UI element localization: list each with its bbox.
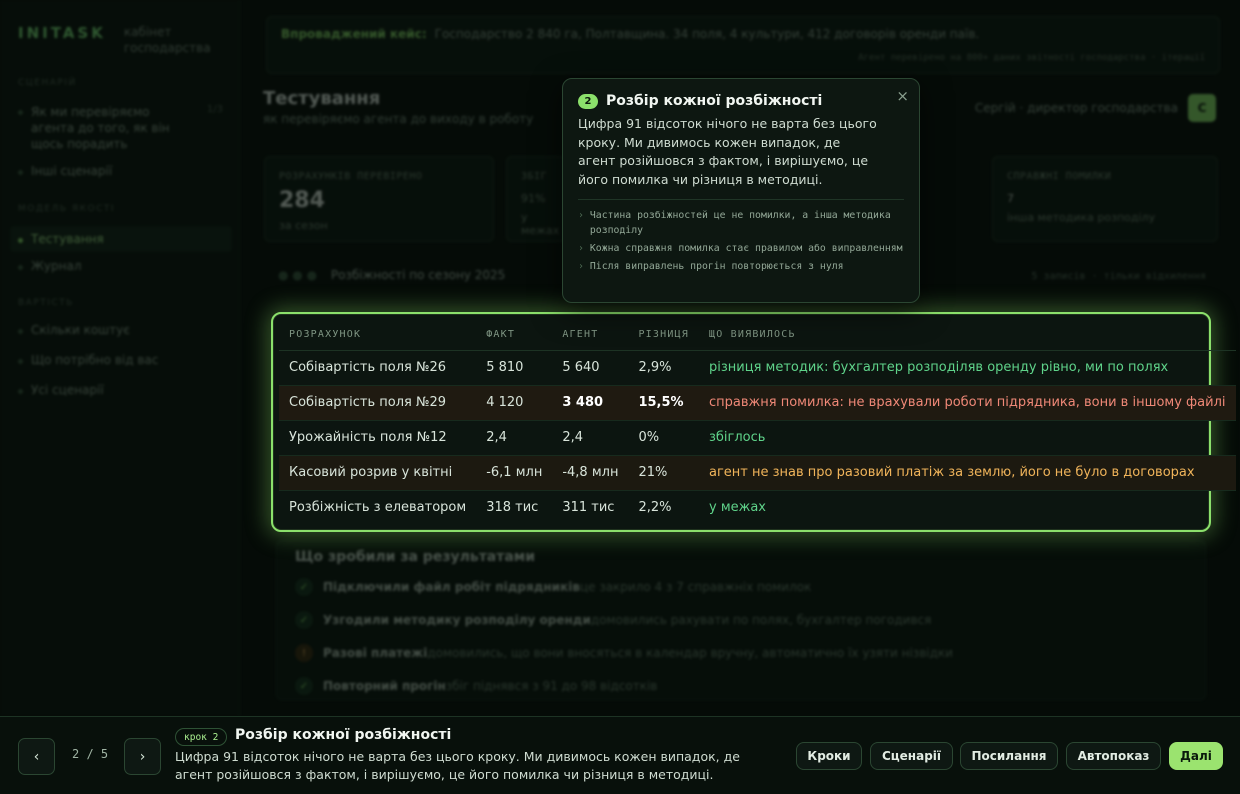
column-header: РІЗНИЦЯ bbox=[628, 320, 699, 351]
step-title: Розбір кожної розбіжності bbox=[235, 727, 452, 743]
cell-agent: 5 640 bbox=[552, 350, 629, 386]
close-icon[interactable]: × bbox=[896, 87, 909, 105]
cell-diff: 0% bbox=[628, 420, 699, 456]
cell-name: Собівартість поля №29 bbox=[279, 385, 477, 421]
divider bbox=[578, 199, 904, 200]
cell-name: Собівартість поля №26 bbox=[279, 350, 477, 386]
table-row: Собівартість поля №26 5 810 5 640 2,9% р… bbox=[279, 350, 1236, 386]
point-text: Після виправлень прогін повторюється з н… bbox=[589, 261, 844, 272]
cell-agent: 2,4 bbox=[552, 420, 629, 456]
cell-note: у межах bbox=[709, 500, 767, 516]
step-counter: 2 / 5 bbox=[72, 747, 109, 761]
cell-name: Урожайність поля №12 bbox=[279, 420, 477, 456]
point-text: Кожна справжня помилка стає правилом або… bbox=[589, 243, 903, 254]
cell-fact: 2,4 bbox=[476, 420, 553, 456]
cell-fact: 4 120 bbox=[476, 385, 553, 421]
table-row: Касовий розрив у квітні -6,1 млн -4,8 мл… bbox=[279, 455, 1236, 491]
cell-fact: 5 810 bbox=[476, 350, 553, 386]
next-button[interactable]: Далі bbox=[1169, 742, 1223, 770]
cell-diff: 21% bbox=[628, 455, 699, 491]
popover-body: Цифра 91 відсоток нічого не варта без ць… bbox=[578, 116, 877, 187]
cell-note: збіглось bbox=[699, 420, 1236, 456]
cell-diff: 15,5% bbox=[628, 385, 699, 421]
scenarios-button[interactable]: Сценарії bbox=[870, 742, 953, 770]
cell-note: справжня помилка: не врахували роботи пі… bbox=[699, 385, 1236, 421]
cell-name: Касовий розрив у квітні bbox=[279, 455, 477, 491]
app-root: INITASK кабінет господарства СЦЕНАРІЙ Як… bbox=[0, 0, 1240, 794]
table-row: Собівартість поля №29 4 120 3 480 15,5% … bbox=[279, 385, 1236, 421]
spotlight-table-panel: РОЗРАХУНОК ФАКТ АГЕНТ РІЗНИЦЯ ЩО ВИЯВИЛО… bbox=[271, 312, 1236, 532]
cell-fact: 318 тис bbox=[486, 500, 539, 516]
cell-agent: 311 тис bbox=[562, 500, 615, 516]
cell-note: агент не знав про разовий платіж за земл… bbox=[699, 455, 1236, 491]
column-header: ЩО ВИЯВИЛОСЬ bbox=[699, 320, 1236, 351]
prev-step-button[interactable]: ‹ bbox=[18, 738, 55, 775]
popover-header: 2 Розбір кожної розбіжності bbox=[578, 93, 904, 109]
table-header-row: РОЗРАХУНОК ФАКТ АГЕНТ РІЗНИЦЯ ЩО ВИЯВИЛО… bbox=[279, 320, 1236, 351]
cell-agent: 3 480 bbox=[552, 385, 629, 421]
cell-diff: 2,9% bbox=[628, 350, 699, 386]
step-number-badge: 2 bbox=[578, 93, 598, 109]
steps-button[interactable]: Кроки bbox=[796, 742, 862, 770]
column-header: АГЕНТ bbox=[552, 320, 629, 351]
column-header: РОЗРАХУНОК bbox=[279, 320, 477, 351]
step-tag: крок 2 bbox=[175, 728, 228, 746]
list-item: › Після виправлень прогін повторюється з … bbox=[578, 259, 904, 274]
discrepancy-table: РОЗРАХУНОК ФАКТ АГЕНТ РІЗНИЦЯ ЩО ВИЯВИЛО… bbox=[279, 320, 1236, 525]
cell-diff: 2,2% bbox=[638, 500, 672, 516]
cell-fact: -6,1 млн bbox=[476, 455, 553, 491]
tour-popover: 2 Розбір кожної розбіжності × Цифра 91 в… bbox=[562, 78, 920, 303]
chevron-right-icon: › bbox=[139, 748, 146, 765]
chevron-right-icon: › bbox=[578, 243, 584, 254]
cell-name: Розбіжність з елеватором bbox=[289, 500, 467, 516]
popover-points: › Частина розбіжностей це не помилки, а і… bbox=[578, 208, 904, 274]
cell-agent: -4,8 млн bbox=[552, 455, 629, 491]
chevron-right-icon: › bbox=[578, 210, 584, 221]
step-description: Цифра 91 відсоток нічого не варта без ць… bbox=[175, 749, 740, 782]
popover-title: Розбір кожної розбіжності bbox=[606, 93, 823, 109]
list-item: › Частина розбіжностей це не помилки, а і… bbox=[578, 208, 904, 238]
table-row: Розбіжність з елеватором 318 тис 311 тис… bbox=[279, 490, 1236, 525]
chevron-right-icon: › bbox=[578, 261, 584, 272]
link-button[interactable]: Посилання bbox=[960, 742, 1058, 770]
table-row: Урожайність поля №12 2,4 2,4 0% збіглось bbox=[279, 420, 1236, 456]
autoshow-button[interactable]: Автопоказ bbox=[1066, 742, 1161, 770]
column-header: ФАКТ bbox=[476, 320, 553, 351]
point-text: Частина розбіжностей це не помилки, а ін… bbox=[589, 210, 891, 236]
next-step-arrow-button[interactable]: › bbox=[124, 738, 161, 775]
chevron-left-icon: ‹ bbox=[33, 748, 40, 765]
cell-note: різниця методик: бухгалтер розподіляв ор… bbox=[699, 350, 1236, 386]
tour-bottom-bar: ‹ 2 / 5 › крок 2 Розбір кожної розбіжнос… bbox=[0, 716, 1240, 794]
list-item: › Кожна справжня помилка стає правилом аб… bbox=[578, 241, 904, 256]
